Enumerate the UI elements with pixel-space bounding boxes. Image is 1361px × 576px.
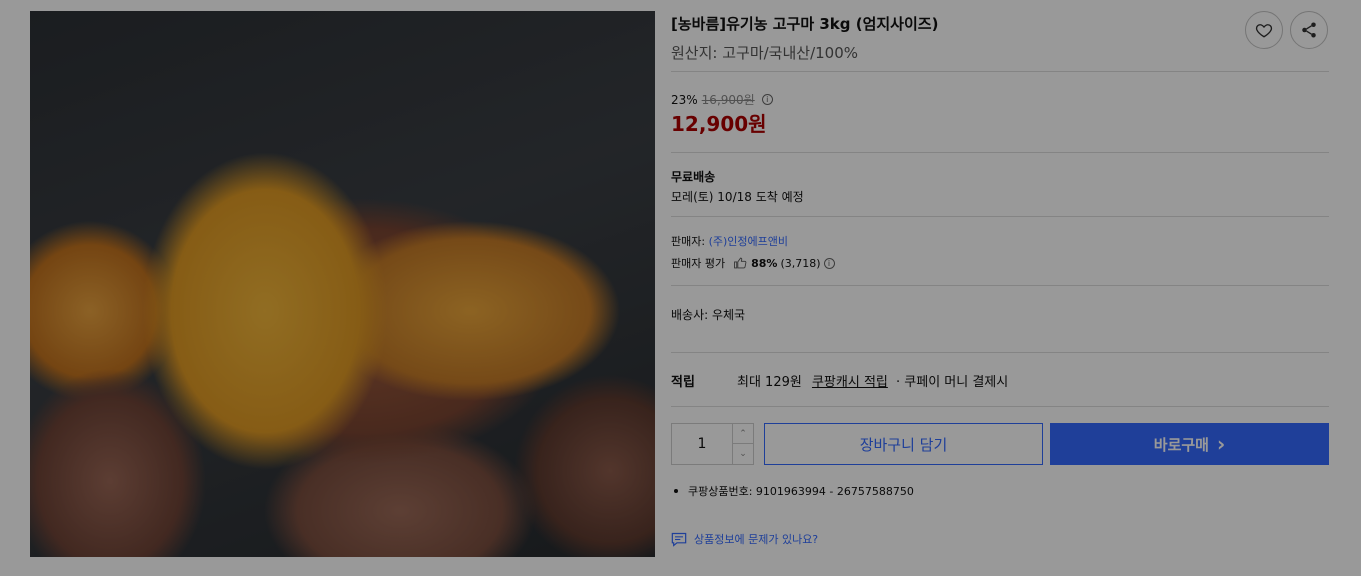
reward-amount: 최대 129원 xyxy=(737,375,802,390)
quantity-input[interactable]: 1 xyxy=(672,424,732,464)
thumbs-up-icon xyxy=(734,257,747,269)
divider xyxy=(671,152,1329,153)
product-title: [농바름]유기농 고구마 3kg (엄지사이즈) xyxy=(671,15,939,33)
add-to-cart-button[interactable]: 장바구니 담기 xyxy=(764,423,1043,465)
product-detail-page: [농바름]유기농 고구마 3kg (엄지사이즈) 원산지: 고구마/국내산/10… xyxy=(0,0,1361,576)
product-number: 쿠팡상품번호: 9101963994 - 26757588750 xyxy=(671,483,914,499)
seller-rating-label: 판매자 평가 xyxy=(671,257,726,270)
coupang-cash-link[interactable]: 쿠팡캐시 적립 xyxy=(812,375,888,390)
quantity-stepper: 1 ⌃ ⌄ xyxy=(671,423,754,465)
divider xyxy=(671,216,1329,217)
divider xyxy=(671,406,1329,407)
reward-label: 적립 xyxy=(671,375,695,390)
reward-info: 최대 129원 쿠팡캐시 적립 · 쿠페이 머니 결제시 xyxy=(737,371,1008,390)
price-discount-line: 23% 16,900원 i xyxy=(671,91,773,108)
arrival-date: 모레(토) 10/18 도착 예정 xyxy=(671,190,804,204)
info-icon[interactable]: i xyxy=(761,94,773,105)
seller-line: 판매자: (주)인정에프앤비 xyxy=(671,233,788,249)
chevron-up-icon: ⌃ xyxy=(739,428,747,439)
origin-text: 원산지: 고구마/국내산/100% xyxy=(671,44,859,62)
report-issue-text: 상품정보에 문제가 있나요? xyxy=(694,533,819,546)
buy-now-label: 바로구매 xyxy=(1153,435,1209,454)
buy-now-button[interactable]: 바로구매 › xyxy=(1050,423,1329,465)
speech-bubble-icon xyxy=(671,532,687,547)
info-icon[interactable]: i xyxy=(823,257,835,269)
product-title-block: [농바름]유기농 고구마 3kg (엄지사이즈) 원산지: 고구마/국내산/10… xyxy=(671,14,1231,63)
heart-icon xyxy=(1255,24,1273,38)
sale-price: 12,900원 xyxy=(671,112,767,136)
chevron-down-icon: ⌄ xyxy=(739,449,747,459)
wishlist-button[interactable] xyxy=(1245,11,1283,49)
report-issue-link[interactable]: 상품정보에 문제가 있나요? xyxy=(671,531,818,547)
quantity-decrease-button[interactable]: ⌄ xyxy=(732,444,753,464)
product-image[interactable] xyxy=(30,11,655,557)
share-button[interactable] xyxy=(1290,11,1328,49)
divider xyxy=(671,352,1329,353)
seller-rating: 판매자 평가 88% (3,718) i xyxy=(671,255,835,271)
courier-text: 배송사: 우체국 xyxy=(671,308,746,322)
divider xyxy=(671,285,1329,286)
add-to-cart-label: 장바구니 담기 xyxy=(859,435,948,454)
discount-rate: 23% xyxy=(671,92,698,107)
original-price: 16,900원 xyxy=(701,93,755,107)
bullet-icon xyxy=(674,489,678,493)
divider xyxy=(671,71,1329,72)
seller-name-link[interactable]: (주)인정에프앤비 xyxy=(709,235,788,248)
seller-prefix: 판매자: xyxy=(671,235,709,248)
quantity-increase-button[interactable]: ⌃ xyxy=(732,424,753,444)
reward-suffix: · 쿠페이 머니 결제시 xyxy=(896,375,1009,390)
rating-count: (3,718) xyxy=(780,256,821,270)
chevron-right-icon: › xyxy=(1216,432,1226,456)
shipping-label: 무료배송 xyxy=(671,170,716,184)
share-icon xyxy=(1302,22,1316,38)
product-number-text: 쿠팡상품번호: 9101963994 - 26757588750 xyxy=(688,485,914,498)
rating-percent: 88% xyxy=(751,256,778,270)
